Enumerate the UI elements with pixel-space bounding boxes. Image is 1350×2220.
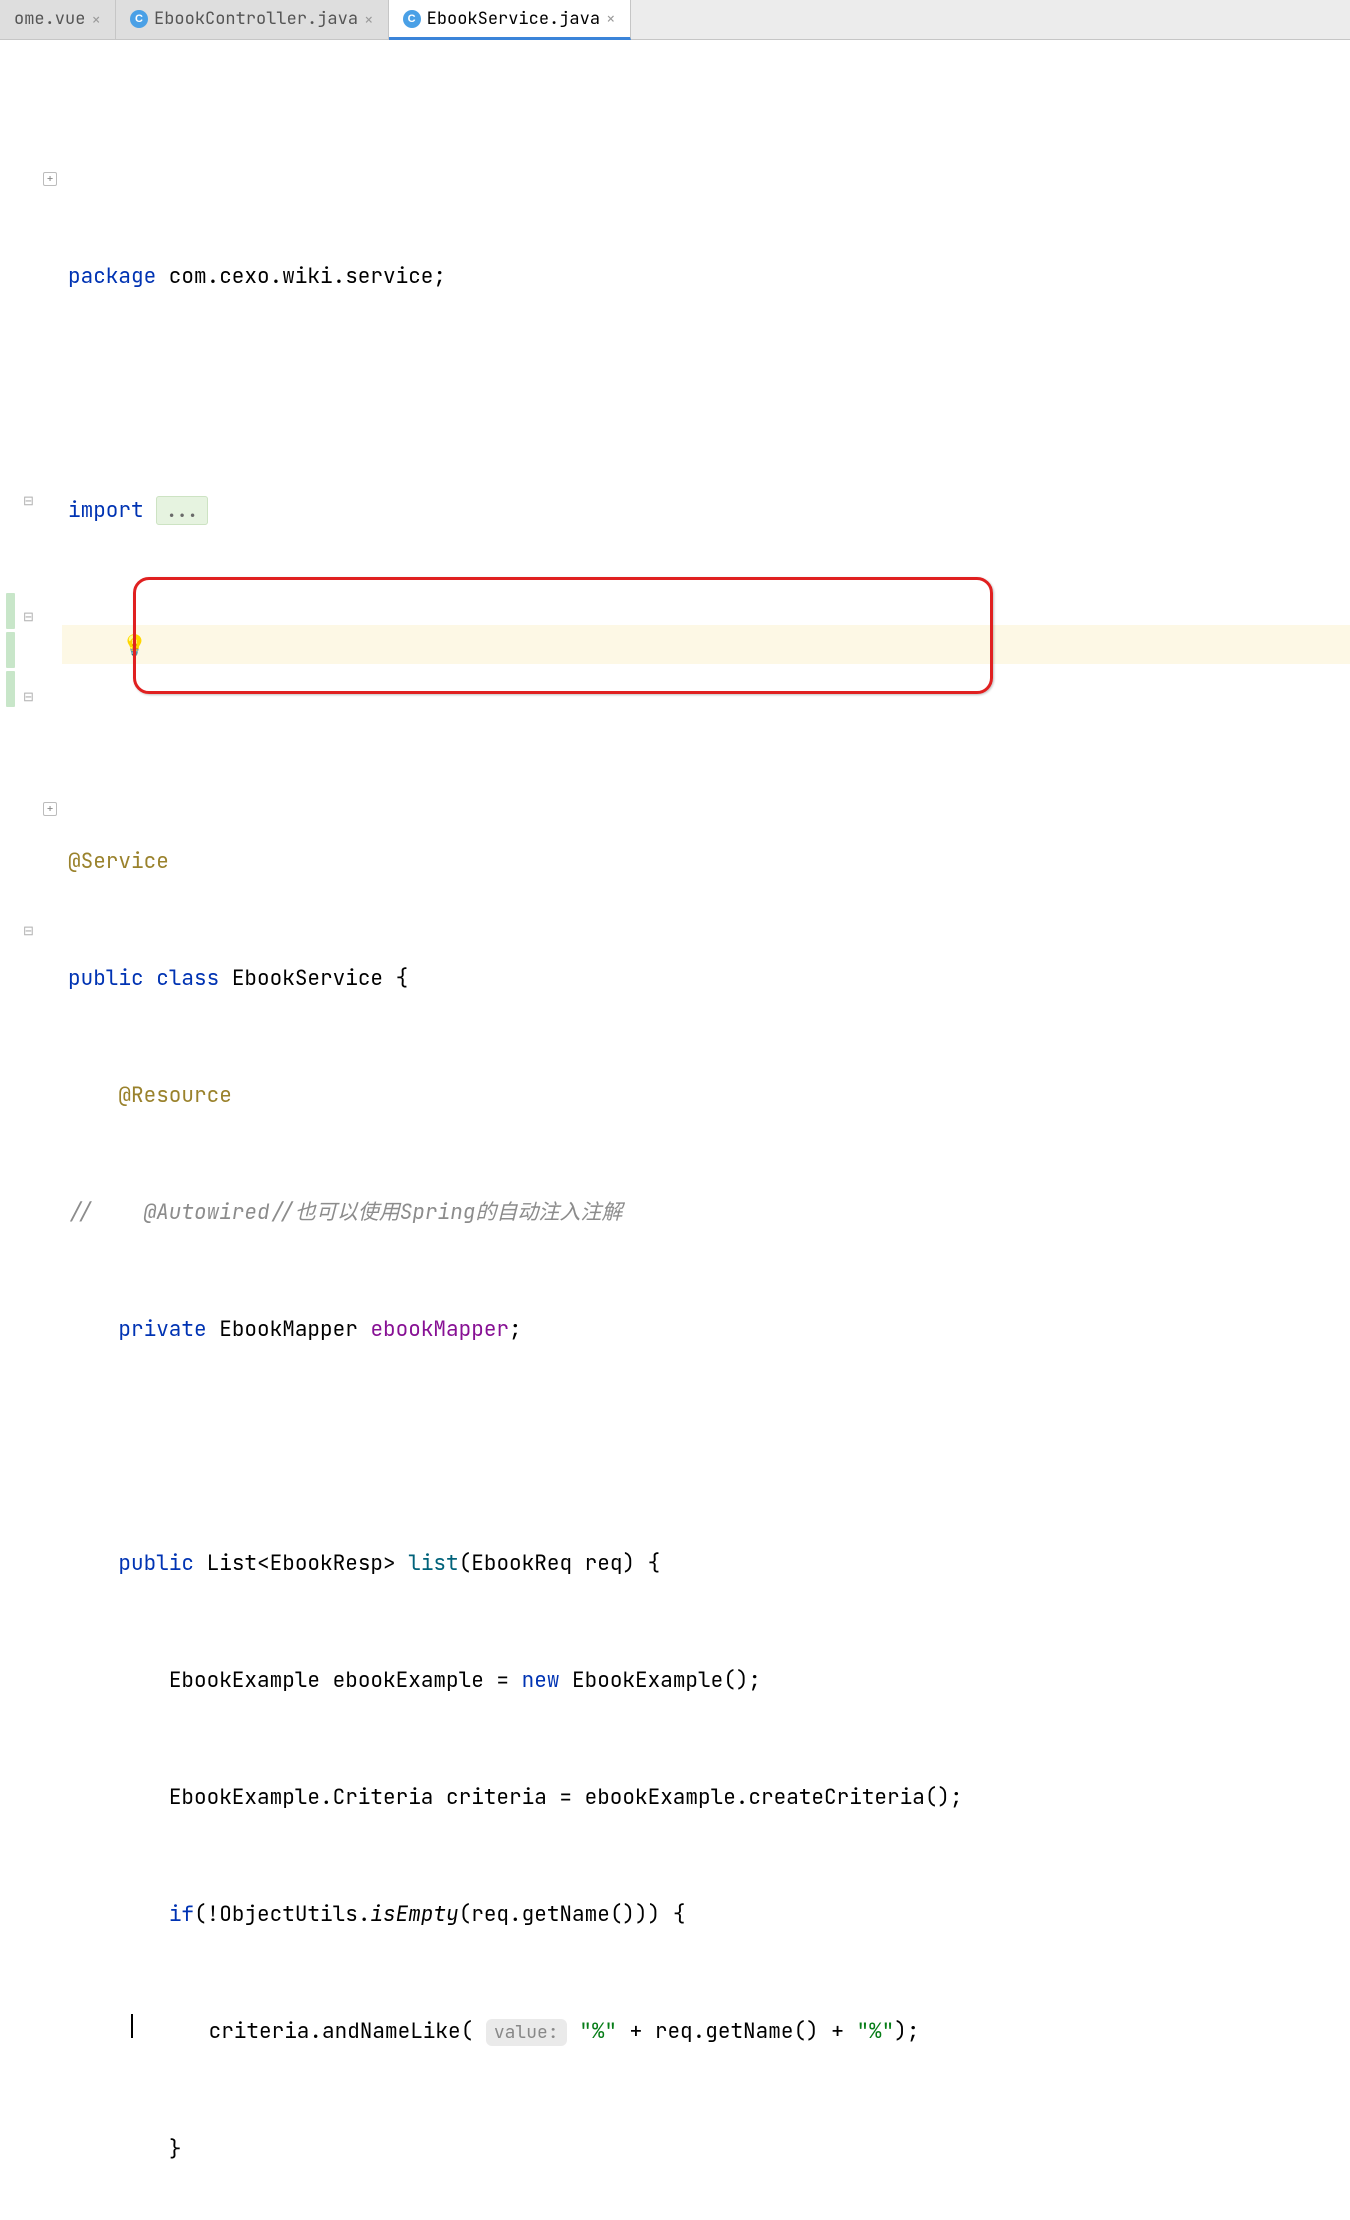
keyword: public	[68, 965, 144, 992]
fold-collapse-icon[interactable]: ⊟	[23, 492, 34, 509]
method-name: list	[408, 1550, 458, 1577]
code-text: ebookExample =	[320, 1667, 522, 1694]
type: EbookMapper	[219, 1316, 358, 1343]
fold-collapse-icon[interactable]: ⊟	[23, 608, 34, 625]
keyword: package	[68, 263, 156, 290]
java-class-icon: C	[403, 10, 421, 28]
code-text: (req.getName())) {	[459, 1901, 686, 1928]
close-icon[interactable]: ×	[364, 9, 374, 30]
type: List<EbookResp>	[207, 1550, 396, 1577]
code-text: + req.getName() +	[617, 2018, 856, 2045]
code-text: );	[894, 2018, 919, 2045]
code-text: com.cexo.wiki.service;	[156, 263, 446, 290]
caret	[131, 2014, 133, 2038]
left-gutter-strip	[0, 40, 20, 2220]
static-method: isEmpty	[370, 1901, 458, 1928]
code-text: (!ObjectUtils.	[194, 1901, 370, 1928]
editor-area[interactable]: + ⊟ ⊟ ⊟ + ⊟ 💡 package com.cexo.wiki.serv…	[0, 40, 1350, 2220]
code-text: EbookExample.Criteria criteria = ebookEx…	[169, 1784, 963, 1811]
string-literal: "%"	[579, 2018, 617, 2045]
field: ebookMapper	[370, 1316, 509, 1343]
close-icon[interactable]: ×	[91, 9, 101, 30]
editor-tabs: ome.vue × C EbookController.java × C Ebo…	[0, 0, 1350, 40]
folded-region[interactable]: ...	[156, 496, 208, 525]
parameter-hint: value:	[486, 2019, 567, 2046]
code-content[interactable]: 💡 package com.cexo.wiki.service; import …	[62, 40, 1350, 2220]
comment: @Autowired//也可以使用Spring的自动注入注解	[144, 1199, 623, 1226]
class-name: EbookService	[232, 965, 383, 992]
fold-end-icon[interactable]: ⊟	[23, 922, 34, 939]
code-text: }	[169, 2136, 182, 2163]
annotation: @Service	[68, 848, 169, 875]
code-text: (EbookReq req) {	[459, 1550, 661, 1577]
keyword: private	[118, 1316, 206, 1343]
keyword: new	[522, 1667, 560, 1694]
java-class-icon: C	[130, 10, 148, 28]
annotation: @Resource	[118, 1082, 231, 1109]
code-text: criteria.andNameLike(	[209, 2018, 486, 2045]
tab-ome-vue[interactable]: ome.vue ×	[0, 0, 116, 39]
keyword: if	[169, 1901, 194, 1928]
keyword: import	[68, 497, 144, 524]
keyword: class	[156, 965, 219, 992]
tab-label: EbookController.java	[154, 8, 358, 30]
keyword: public	[118, 1550, 194, 1577]
tab-ebookservice[interactable]: C EbookService.java ×	[389, 0, 631, 40]
string-literal: "%"	[856, 2018, 894, 2045]
gutter: + ⊟ ⊟ ⊟ + ⊟	[20, 40, 62, 2220]
fold-expand-icon[interactable]: +	[43, 802, 57, 816]
comment: //	[68, 1199, 93, 1226]
tab-label: ome.vue	[14, 8, 85, 30]
type: EbookExample	[169, 1667, 320, 1694]
tab-label: EbookService.java	[427, 8, 600, 30]
code-text: EbookExample();	[559, 1667, 761, 1694]
close-icon[interactable]: ×	[606, 8, 616, 29]
tab-ebookcontroller[interactable]: C EbookController.java ×	[116, 0, 389, 39]
fold-expand-icon[interactable]: +	[43, 172, 57, 186]
fold-end-icon[interactable]: ⊟	[23, 688, 34, 705]
